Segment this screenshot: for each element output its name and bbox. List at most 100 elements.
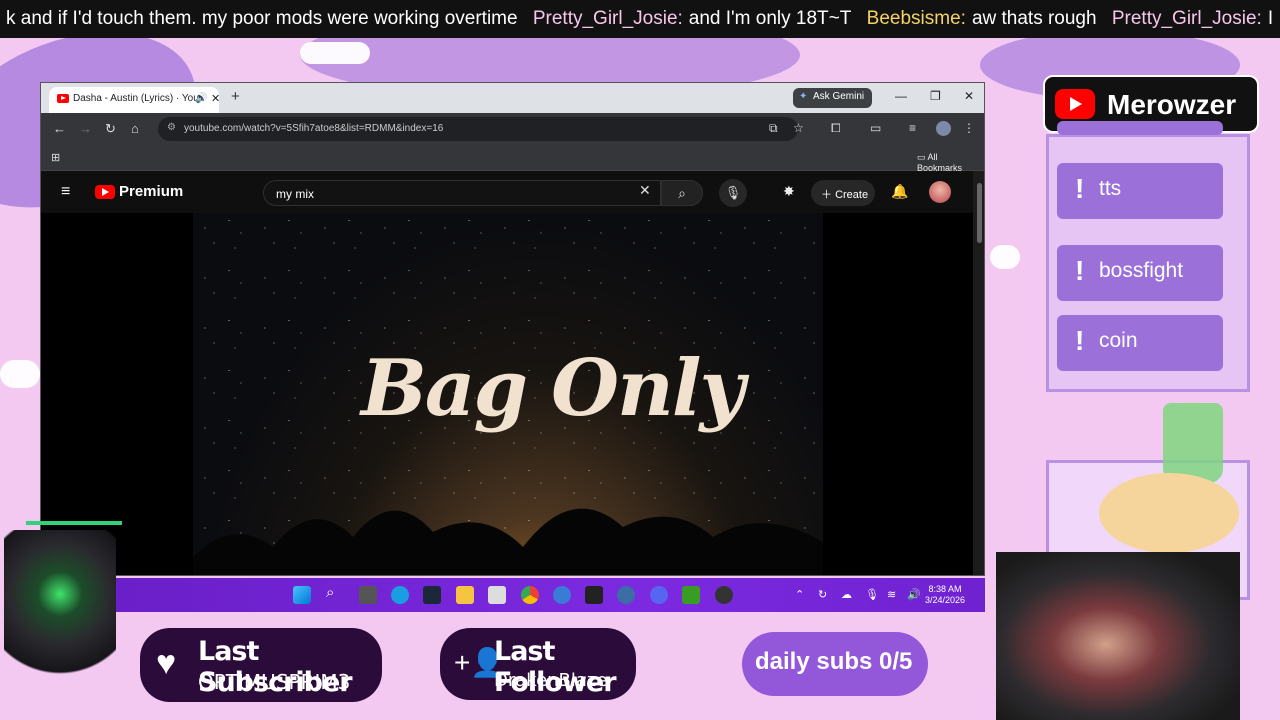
menu-dots-icon[interactable]: ⋮	[963, 121, 975, 135]
speaker-icon[interactable]: 🔊	[195, 93, 207, 104]
last-follower-widget: +👤 Last Follower DrakenBlaze	[440, 628, 636, 700]
tab-close-icon[interactable]: ✕	[211, 92, 219, 105]
onedrive-icon[interactable]: ☁	[841, 588, 852, 601]
forward-arrow-icon[interactable]: →	[79, 121, 92, 136]
tray-app-icon[interactable]: ↻	[818, 588, 827, 601]
video-player[interactable]: Bag Only	[41, 213, 973, 575]
health-bar	[26, 521, 122, 525]
epic-games-icon[interactable]	[585, 586, 603, 604]
command-label: coin	[1099, 329, 1138, 352]
browser-window: Dasha - Austin (Lyrics) · You 🔊 ✕ + Ask …	[40, 82, 985, 576]
all-bookmarks-button[interactable]: ▭ All Bookmarks	[917, 152, 984, 173]
minimize-button[interactable]: —	[895, 89, 907, 103]
all-bookmarks-label: All Bookmarks	[917, 152, 963, 173]
notifications-bell-icon[interactable]: 🔔	[891, 183, 908, 200]
microphone-icon[interactable]: 🎙	[865, 588, 879, 601]
webcam-feed	[996, 552, 1240, 720]
discord-icon[interactable]	[650, 586, 668, 604]
edge-icon[interactable]	[391, 586, 409, 604]
search-icon: ⌕	[678, 185, 686, 201]
apps-grid-icon[interactable]: ⊞	[51, 151, 60, 164]
home-icon[interactable]: ⌂	[131, 121, 139, 136]
command-item: ! tts	[1057, 163, 1223, 219]
app-icon[interactable]	[488, 586, 506, 604]
last-subscriber-name: OPTIMUSPRIM3	[198, 670, 351, 694]
voice-search-button[interactable]: 🎙	[719, 179, 747, 207]
url-input[interactable]: youtube.com/watch?v=5Sfih7atoe8&list=RDM…	[158, 117, 798, 141]
chrome-icon[interactable]	[521, 586, 539, 604]
jar-icon	[1163, 403, 1223, 483]
taskbar-clock[interactable]: 8:38 AM 3/24/2026	[925, 584, 965, 606]
reload-icon[interactable]: ↻	[105, 121, 116, 137]
armored-character-image	[4, 530, 116, 690]
chat-ticker: k and if I'd touch them. my poor mods we…	[0, 0, 1280, 38]
windows-taskbar: ⌕ ⌃ ↻ ☁ 🎙 ≋ 🔊 8:38 AM 3/24/2026	[115, 578, 985, 612]
bookmark-star-icon[interactable]: ☆	[793, 121, 804, 135]
volume-icon[interactable]: 🔊	[907, 588, 921, 601]
command-item: ! bossfight	[1057, 245, 1223, 301]
file-explorer-icon[interactable]	[456, 586, 474, 604]
back-arrow-icon[interactable]: ←	[53, 121, 66, 136]
task-view-icon[interactable]	[359, 586, 377, 604]
last-follower-name: DrakenBlaze	[494, 670, 608, 691]
daily-subs-widget: daily subs 0/5	[742, 632, 928, 696]
chat-message: aw thats rough	[971, 8, 1097, 29]
bg-cloud	[0, 360, 40, 388]
clear-search-icon[interactable]: ✕	[639, 182, 651, 199]
media-controls-icon[interactable]: ≡	[909, 121, 916, 135]
steam-icon[interactable]	[423, 586, 441, 604]
obs-icon[interactable]	[715, 586, 733, 604]
minecraft-icon[interactable]	[682, 586, 700, 604]
bg-cloud	[990, 245, 1020, 269]
hamburger-menu-icon[interactable]: ≡	[61, 183, 70, 201]
app-icon[interactable]	[617, 586, 635, 604]
chat-user: Pretty_Girl_Josie:	[1111, 8, 1262, 29]
youtube-header: ≡ Premium my mix ✕ ⌕ 🎙 ✸ ＋ Create 🔔	[41, 171, 984, 213]
command-label: tts	[1099, 177, 1122, 200]
heart-icon: ♥	[156, 644, 177, 682]
wifi-icon[interactable]: ≋	[887, 588, 896, 601]
install-app-icon[interactable]: ⧉	[769, 121, 778, 136]
extensions-icon[interactable]: ⧠	[831, 121, 841, 136]
tray-chevron-icon[interactable]: ⌃	[795, 588, 804, 601]
restore-button[interactable]: ❐	[930, 89, 941, 103]
address-bar-row: ← → ↻ ⌂ youtube.com/watch?v=5Sfih7atoe8&…	[41, 113, 984, 145]
cat-illustration	[1099, 473, 1239, 553]
clock-time: 8:38 AM	[928, 584, 962, 594]
search-icon[interactable]: ⌕	[326, 584, 344, 602]
search-input[interactable]: my mix	[263, 180, 661, 206]
ask-gemini-button[interactable]: Ask Gemini	[793, 88, 873, 108]
close-window-button[interactable]: ✕	[964, 89, 974, 103]
chat-user: Pretty_Girl_Josie:	[532, 8, 683, 29]
youtube-logo-icon[interactable]	[95, 185, 115, 199]
tab-youtube[interactable]: Dasha - Austin (Lyrics) · You 🔊 ✕	[49, 87, 219, 113]
bookmarks-bar: ⊞ ▭ All Bookmarks	[41, 145, 984, 173]
page-scrollbar[interactable]	[973, 171, 984, 575]
bg-cloud	[300, 42, 370, 64]
video-title-art: Bag Only	[361, 343, 745, 434]
commands-panel: ! tts ! bossfight ! coin	[1046, 121, 1250, 392]
command-label: bossfight	[1099, 259, 1184, 282]
tab-bar: Dasha - Austin (Lyrics) · You 🔊 ✕ + Ask …	[41, 83, 984, 113]
command-item: ! coin	[1057, 315, 1223, 371]
search-button[interactable]: ⌕	[661, 180, 703, 206]
youtube-premium-label[interactable]: Premium	[119, 183, 183, 200]
chat-message: and I'm only 18T~T	[688, 8, 852, 29]
last-subscriber-widget: ♥ Last Subscriber OPTIMUSPRIM3	[140, 628, 382, 702]
clock-date: 3/24/2026	[925, 595, 966, 605]
tree-silhouette	[193, 508, 823, 575]
youtube-avatar[interactable]	[929, 181, 951, 203]
start-windows-icon[interactable]	[293, 586, 311, 604]
new-tab-button[interactable]: +	[231, 88, 240, 105]
gemini-sparkle-icon[interactable]: ✸	[783, 183, 795, 200]
profile-avatar[interactable]	[936, 121, 951, 136]
app-icon[interactable]	[553, 586, 571, 604]
cast-icon[interactable]: ▭	[870, 121, 881, 135]
microphone-icon: 🎙	[724, 185, 742, 200]
chat-message: k and if I'd touch them. my poor mods we…	[6, 8, 518, 29]
create-button[interactable]: ＋ Create	[811, 180, 875, 206]
youtube-favicon-icon	[57, 94, 69, 103]
chat-user: Beebsisme:	[866, 8, 966, 29]
create-label: Create	[835, 189, 869, 201]
command-item-partial	[1057, 121, 1223, 135]
